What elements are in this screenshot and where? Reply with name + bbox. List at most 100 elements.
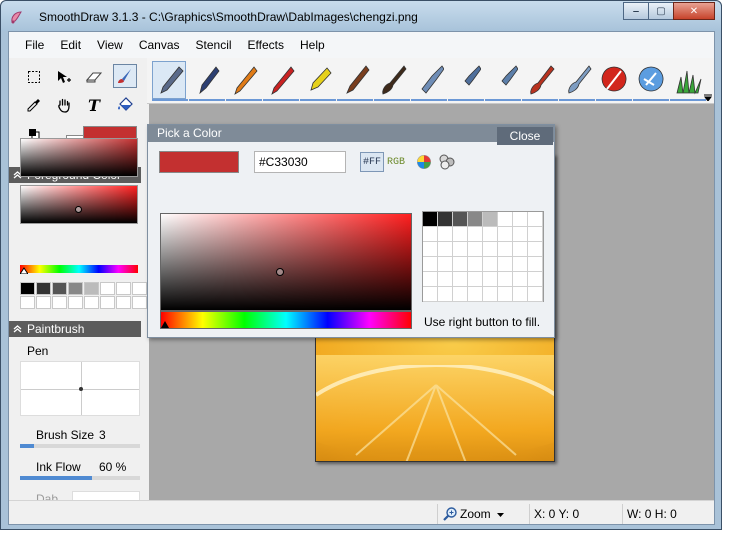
chevron-down-icon[interactable] — [497, 513, 504, 517]
menu-view[interactable]: View — [89, 32, 131, 58]
paintbrush-brush-button[interactable] — [374, 61, 408, 99]
custom-palette-swatch[interactable] — [423, 257, 438, 272]
maximize-button[interactable]: ▢ — [648, 2, 674, 20]
chevron-down-icon[interactable] — [704, 93, 712, 101]
custom-palette-swatch[interactable] — [498, 287, 513, 302]
ink-pen-brush-button[interactable] — [189, 61, 223, 99]
custom-palette-swatch[interactable] — [453, 257, 468, 272]
palette-swatch[interactable] — [20, 282, 35, 295]
picker-hue-slider[interactable] — [160, 311, 412, 329]
pencil-brush-button[interactable] — [226, 61, 260, 99]
menu-file[interactable]: File — [17, 32, 52, 58]
eraser-brush-button[interactable] — [596, 61, 630, 99]
custom-palette-swatch[interactable] — [513, 242, 528, 257]
hue-marker-icon[interactable] — [20, 267, 28, 274]
custom-palette-swatch[interactable] — [483, 272, 498, 287]
palette-swatch[interactable] — [36, 296, 51, 309]
fill-tool[interactable] — [113, 93, 137, 117]
menu-edit[interactable]: Edit — [52, 32, 89, 58]
hex-color-input[interactable] — [254, 151, 346, 173]
custom-palette-swatch[interactable] — [483, 287, 498, 302]
palette-swatch[interactable] — [84, 282, 99, 295]
oil-brush-button[interactable] — [522, 61, 556, 99]
custom-palette-swatch[interactable] — [528, 242, 543, 257]
color-cursor[interactable] — [75, 206, 82, 213]
move-tool[interactable] — [52, 65, 76, 89]
hue-slider[interactable] — [20, 265, 138, 273]
custom-palette-swatch[interactable] — [453, 242, 468, 257]
paintbrush-header[interactable]: Paintbrush — [9, 321, 141, 337]
custom-palette-swatch[interactable] — [423, 287, 438, 302]
close-window-button[interactable]: ✕ — [673, 2, 715, 20]
custom-palette-swatch[interactable] — [528, 272, 543, 287]
menu-stencil[interactable]: Stencil — [188, 32, 240, 58]
menu-effects[interactable]: Effects — [240, 32, 292, 58]
custom-palette-swatch[interactable] — [483, 257, 498, 272]
palette-swatch[interactable] — [52, 296, 67, 309]
custom-palette-swatch[interactable] — [423, 212, 438, 227]
custom-palette-swatch[interactable] — [483, 212, 498, 227]
palette-swatches-icon[interactable] — [438, 153, 456, 171]
custom-palette-swatch[interactable] — [528, 212, 543, 227]
palette-swatch[interactable] — [68, 282, 83, 295]
custom-palette-swatch[interactable] — [453, 287, 468, 302]
palette-swatch[interactable] — [132, 296, 147, 309]
scatter-brush-button[interactable] — [485, 61, 519, 99]
zoom-button[interactable]: Zoom — [460, 507, 491, 521]
custom-palette-swatch[interactable] — [423, 242, 438, 257]
palette-swatch[interactable] — [100, 296, 115, 309]
zoom-icon[interactable] — [442, 506, 458, 522]
select-tool[interactable] — [22, 65, 46, 89]
custom-palette-swatch[interactable] — [528, 287, 543, 302]
eyedropper-tool[interactable] — [22, 93, 46, 117]
title-bar[interactable]: SmoothDraw 3.1.3 - C:\Graphics\SmoothDra… — [1, 1, 721, 31]
custom-palette-grid[interactable] — [422, 211, 544, 302]
custom-palette-swatch[interactable] — [453, 227, 468, 242]
palette-swatch[interactable] — [100, 282, 115, 295]
palette-swatch[interactable] — [20, 296, 35, 309]
palette-swatch[interactable] — [36, 282, 51, 295]
foreground-color-field[interactable] — [20, 138, 138, 177]
airbrush-brush-button[interactable] — [411, 61, 445, 99]
brush-tool[interactable] — [113, 64, 137, 88]
custom-palette-swatch[interactable] — [483, 227, 498, 242]
custom-palette-swatch[interactable] — [468, 272, 483, 287]
palette-swatch[interactable] — [52, 282, 67, 295]
rgb-mode-button[interactable]: RGB — [386, 152, 406, 172]
custom-palette-swatch[interactable] — [513, 227, 528, 242]
custom-palette-swatch[interactable] — [498, 272, 513, 287]
highlighter-brush-button[interactable] — [300, 61, 334, 99]
marker-brush-button[interactable] — [337, 61, 371, 99]
custom-palette-swatch[interactable] — [498, 227, 513, 242]
custom-palette-swatch[interactable] — [423, 227, 438, 242]
custom-palette-swatch[interactable] — [468, 212, 483, 227]
custom-palette-swatch[interactable] — [468, 287, 483, 302]
custom-palette-swatch[interactable] — [438, 227, 453, 242]
palette-swatch[interactable] — [84, 296, 99, 309]
custom-palette-swatch[interactable] — [438, 212, 453, 227]
ink-flow-slider[interactable] — [20, 476, 140, 480]
minimize-button[interactable]: ‒ — [623, 2, 649, 20]
custom-palette-swatch[interactable] — [438, 272, 453, 287]
brush-size-slider[interactable] — [20, 444, 140, 448]
custom-palette-swatch[interactable] — [438, 242, 453, 257]
saturation-value-field[interactable] — [160, 213, 412, 311]
custom-palette-swatch[interactable] — [513, 257, 528, 272]
blur-brush-button[interactable] — [633, 61, 667, 99]
custom-palette-swatch[interactable] — [483, 242, 498, 257]
custom-palette-swatch[interactable] — [468, 227, 483, 242]
text-tool[interactable]: T — [82, 93, 106, 117]
custom-palette-swatch[interactable] — [468, 242, 483, 257]
custom-palette-swatch[interactable] — [453, 272, 468, 287]
custom-palette-swatch[interactable] — [528, 227, 543, 242]
color-wheel-icon[interactable] — [416, 154, 432, 170]
custom-palette-swatch[interactable] — [498, 212, 513, 227]
color-picker-close-button[interactable]: Close — [497, 127, 553, 145]
pen-brush-button[interactable] — [152, 61, 186, 99]
watercolor-brush-button[interactable] — [559, 61, 593, 99]
palette-swatch[interactable] — [116, 282, 131, 295]
custom-palette-swatch[interactable] — [513, 212, 528, 227]
foreground-color-field-area[interactable] — [20, 185, 138, 224]
custom-palette-swatch[interactable] — [513, 272, 528, 287]
custom-palette-swatch[interactable] — [423, 272, 438, 287]
